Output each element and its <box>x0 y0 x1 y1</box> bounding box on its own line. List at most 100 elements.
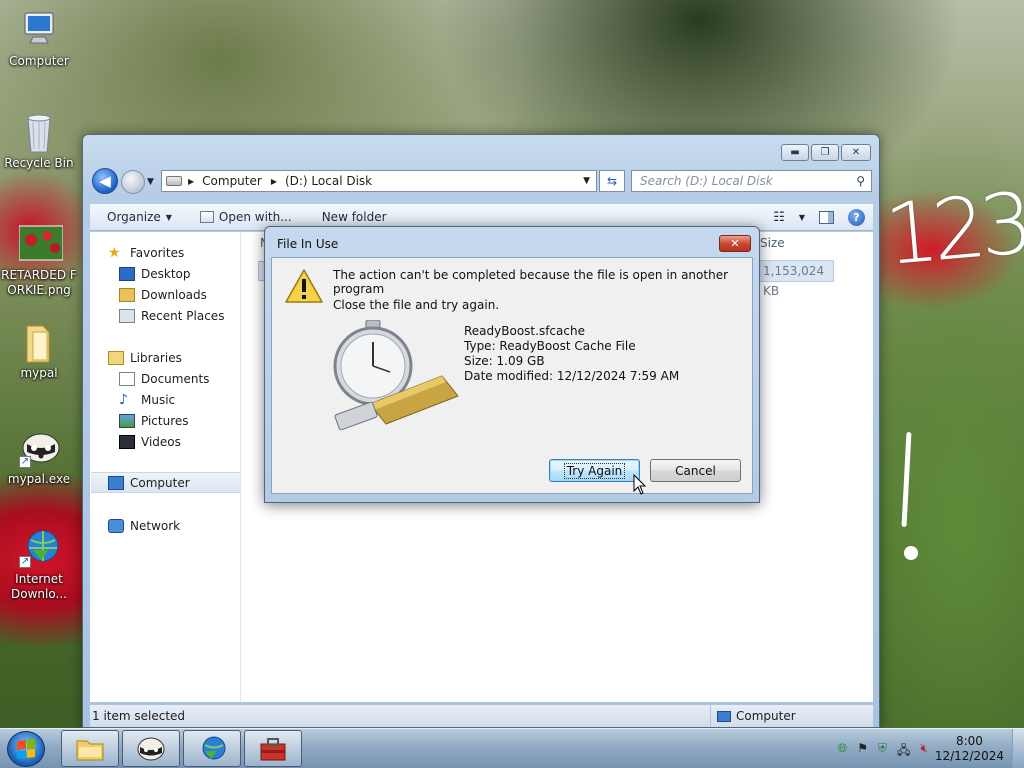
desktop-icon-mypal-folder[interactable]: mypal <box>1 322 77 381</box>
recent-pages-dropdown[interactable]: ▼ <box>147 177 154 187</box>
status-location-label: Computer <box>736 709 796 723</box>
nav-label: Recent Places <box>141 308 225 323</box>
nav-downloads[interactable]: Downloads <box>119 284 239 305</box>
taskbar-file-explorer[interactable] <box>61 730 119 767</box>
computer-icon <box>108 475 124 490</box>
refresh-button[interactable]: ⇆ <box>599 170 625 192</box>
change-view-icon[interactable]: ☷ <box>773 210 785 225</box>
nav-label: Favorites <box>130 245 185 260</box>
raccoon-icon: ↗ <box>19 428 60 468</box>
close-icon: ✕ <box>851 147 861 158</box>
window-controls: ▬ ❐ ✕ <box>781 144 871 161</box>
file-type: Type: ReadyBoost Cache File <box>464 339 636 353</box>
chevron-down-icon[interactable]: ▼ <box>799 213 805 222</box>
readyboost-stopwatch-icon <box>330 319 460 432</box>
nav-label: Videos <box>141 434 181 449</box>
nav-label: Network <box>130 518 181 533</box>
internet-download-manager-icon <box>202 736 226 759</box>
desktop-icon-recycle-bin[interactable]: Recycle Bin <box>1 112 77 171</box>
file-name: ReadyBoost.sfcache <box>464 324 585 338</box>
desktop-icon-label: RETARDED FORKIE.png <box>1 268 77 297</box>
try-again-button[interactable]: Try Again <box>549 459 640 482</box>
desktop-icon-image-file[interactable]: RETARDED FORKIE.png <box>1 224 77 298</box>
shortcut-arrow-icon: ↗ <box>19 556 31 568</box>
restore-icon: ❐ <box>820 147 830 158</box>
organize-label: Organize <box>107 210 161 224</box>
organize-menu[interactable]: Organize ▼ <box>107 210 172 224</box>
show-desktop-button[interactable] <box>1012 729 1024 768</box>
desktop-icon-internet-download-manager[interactable]: ↗ Internet Downlo... <box>1 528 77 602</box>
address-bar[interactable]: ▶ Computer ▶ (D:) Local Disk ▼ <box>161 170 597 192</box>
nav-favorites[interactable]: ★ Favorites <box>108 242 238 263</box>
system-tray: 🌐︎ ⚑ ⛨ 🖧︎ 🔇︎ <box>838 741 928 762</box>
open-with-button[interactable]: Open with... <box>199 210 292 224</box>
dialog-body: The action can't be completed because th… <box>271 257 753 494</box>
breadcrumb-separator-icon[interactable]: ▶ <box>271 177 277 186</box>
navigation-pane: ★ Favorites Desktop Downloads Recent Pla… <box>90 232 241 702</box>
close-button[interactable]: ✕ <box>841 144 871 161</box>
desktop-icon-computer[interactable]: Computer <box>1 10 77 69</box>
nav-music[interactable]: ♪ Music <box>119 389 239 410</box>
file-in-use-dialog[interactable]: File In Use ✕ The action can't be comple… <box>264 226 760 503</box>
breadcrumb-separator-icon[interactable]: ▶ <box>188 177 194 186</box>
mypal-icon <box>137 737 165 760</box>
chevron-down-icon: ▼ <box>165 212 172 222</box>
nav-network[interactable]: Network <box>108 515 238 536</box>
action-center-flag-icon[interactable]: ⚑ <box>857 741 868 762</box>
wallpaper-handwriting: 1234 <box>881 169 1024 285</box>
taskbar: 🌐︎ ⚑ ⛨ 🖧︎ 🔇︎ 8:00 12/12/2024 <box>0 728 1024 768</box>
pictures-icon <box>119 413 135 428</box>
address-dropdown-icon[interactable]: ▼ <box>583 176 590 186</box>
taskbar-toolbox[interactable] <box>244 730 302 767</box>
new-folder-label: New folder <box>321 210 387 224</box>
desktop-icon-mypal-exe[interactable]: ↗ mypal.exe <box>1 428 77 487</box>
nav-label: Documents <box>141 371 210 386</box>
nav-label: Music <box>141 392 176 407</box>
volume-muted-icon[interactable]: 🔇︎ <box>920 741 928 762</box>
nav-pictures[interactable]: Pictures <box>119 410 239 431</box>
music-note-icon: ♪ <box>119 391 128 408</box>
nav-desktop[interactable]: Desktop <box>119 263 239 284</box>
forward-button[interactable] <box>121 170 145 194</box>
file-explorer-icon <box>76 740 104 760</box>
minimize-button[interactable]: ▬ <box>781 144 809 161</box>
close-icon: ✕ <box>730 237 740 250</box>
nav-label: Desktop <box>141 266 191 281</box>
nav-recent-places[interactable]: Recent Places <box>119 305 239 326</box>
wallpaper-scribble-line <box>901 431 912 528</box>
cancel-button[interactable]: Cancel <box>650 459 741 482</box>
network-tray-icon[interactable]: 🖧︎ <box>897 741 910 762</box>
nav-computer[interactable]: Computer <box>91 472 240 493</box>
nav-label: Libraries <box>130 350 182 365</box>
dialog-close-button[interactable]: ✕ <box>719 235 751 252</box>
search-icon[interactable]: ⚲ <box>856 171 865 191</box>
nav-label: Downloads <box>141 287 207 302</box>
breadcrumb-local-disk[interactable]: (D:) Local Disk <box>285 174 372 188</box>
globe-tray-icon[interactable]: 🌐︎ <box>838 741 848 762</box>
libraries-icon <box>108 350 124 365</box>
column-header-size[interactable]: Size <box>760 236 785 250</box>
toolbox-icon <box>260 737 286 760</box>
help-icon[interactable]: ? <box>848 208 865 226</box>
shield-tray-icon[interactable]: ⛨ <box>878 741 887 762</box>
nav-videos[interactable]: Videos <box>119 431 239 452</box>
breadcrumb-computer[interactable]: Computer <box>202 174 262 188</box>
clock-date: 12/12/2024 <box>934 749 1004 763</box>
new-folder-button[interactable]: New folder <box>322 210 387 224</box>
taskbar-internet-download-manager[interactable] <box>183 730 241 767</box>
clock[interactable]: 8:00 12/12/2024 <box>935 734 1004 764</box>
taskbar-mypal[interactable] <box>122 730 180 767</box>
status-bar: 1 item selected Computer <box>90 705 873 727</box>
nav-documents[interactable]: Documents <box>119 368 239 389</box>
windows-logo-icon <box>17 739 35 759</box>
nav-libraries[interactable]: Libraries <box>108 347 238 368</box>
search-input[interactable]: Search (D:) Local Disk ⚲ <box>631 170 872 192</box>
file-size: Size: 1.09 GB <box>464 354 545 368</box>
preview-pane-icon[interactable] <box>819 210 834 224</box>
back-button[interactable]: ◀ <box>92 168 118 194</box>
film-icon <box>119 434 135 449</box>
mouse-pointer-icon <box>633 473 647 496</box>
start-button[interactable] <box>7 731 45 767</box>
nav-label: Pictures <box>141 413 189 428</box>
maximize-button[interactable]: ❐ <box>811 144 839 161</box>
